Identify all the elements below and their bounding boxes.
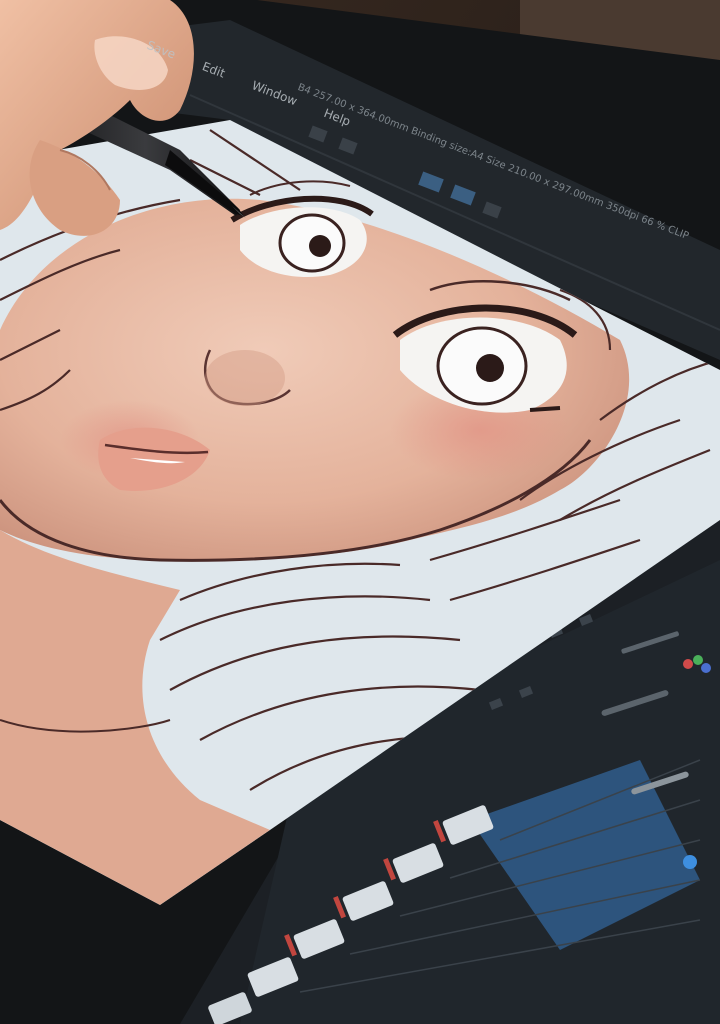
nose-shade (205, 350, 285, 406)
